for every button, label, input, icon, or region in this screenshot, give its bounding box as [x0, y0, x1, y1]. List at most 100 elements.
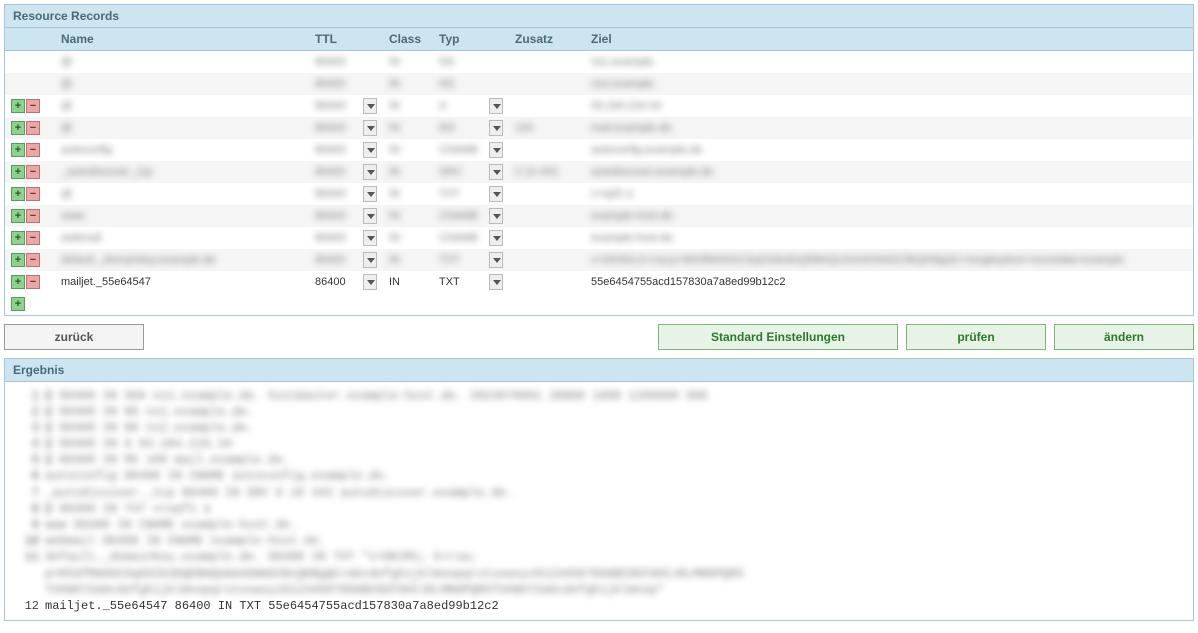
- table-row: +−@86400INA93.184.216.34: [5, 95, 1193, 117]
- ttl-dropdown-icon[interactable]: [363, 120, 377, 136]
- result-line: 3@ 86400 IN NS ns2.example.de.: [15, 420, 1183, 436]
- record-type[interactable]: SRV: [439, 166, 487, 178]
- record-ttl[interactable]: 86400: [315, 100, 361, 112]
- record-ziel[interactable]: example-host.de.: [591, 232, 675, 244]
- remove-row-button[interactable]: −: [26, 275, 40, 289]
- ttl-dropdown-icon[interactable]: [363, 230, 377, 246]
- record-name[interactable]: @: [61, 100, 72, 112]
- type-dropdown-icon[interactable]: [489, 252, 503, 268]
- add-row-button[interactable]: +: [11, 253, 25, 267]
- record-type[interactable]: TXT: [439, 254, 487, 266]
- record-ttl[interactable]: 86400: [315, 210, 361, 222]
- remove-row-button[interactable]: −: [26, 209, 40, 223]
- result-line: 5@ 86400 IN MX 100 mail.example.de.: [15, 452, 1183, 468]
- type-dropdown-icon[interactable]: [489, 164, 503, 180]
- record-name[interactable]: webmail: [61, 232, 101, 244]
- record-name[interactable]: mailjet._55e64547: [61, 276, 151, 288]
- change-button[interactable]: ändern: [1054, 324, 1194, 350]
- record-ziel[interactable]: v=DKIM1;k=rsa;p=MIGfMA0GCSqGSIb3DQEBAQUA…: [591, 254, 1124, 266]
- type-dropdown-icon[interactable]: [489, 186, 503, 202]
- add-row-button[interactable]: +: [11, 187, 25, 201]
- ttl-dropdown-icon[interactable]: [363, 208, 377, 224]
- record-ziel[interactable]: mail.example.de.: [591, 122, 674, 134]
- add-row-button[interactable]: +: [11, 165, 25, 179]
- record-ziel[interactable]: autoconfig.example.de.: [591, 144, 705, 156]
- ttl-dropdown-icon[interactable]: [363, 186, 377, 202]
- default-settings-button[interactable]: Standard Einstellungen: [658, 324, 898, 350]
- result-body: 1@ 86400 IN SOA ns1.example.de. hostmast…: [5, 382, 1193, 621]
- type-dropdown-icon[interactable]: [489, 208, 503, 224]
- record-type[interactable]: MX: [439, 122, 487, 134]
- record-zusatz[interactable]: 0 10 443: [515, 166, 558, 178]
- table-row: +−_autodiscover._tcp86400INSRV0 10 443au…: [5, 161, 1193, 183]
- add-row-button[interactable]: +: [11, 99, 25, 113]
- record-ttl: 86400: [315, 78, 377, 90]
- remove-row-button[interactable]: −: [26, 187, 40, 201]
- record-name[interactable]: autoconfig: [61, 144, 112, 156]
- add-record-button[interactable]: +: [11, 297, 25, 311]
- type-dropdown-icon[interactable]: [489, 142, 503, 158]
- record-class: IN: [389, 188, 400, 200]
- record-name[interactable]: www: [61, 210, 85, 222]
- record-name[interactable]: _autodiscover._tcp: [61, 166, 153, 178]
- result-panel: Ergebnis 1@ 86400 IN SOA ns1.example.de.…: [4, 358, 1194, 622]
- record-class: IN: [389, 144, 400, 156]
- add-row-button[interactable]: +: [11, 143, 25, 157]
- ttl-dropdown-icon[interactable]: [363, 274, 377, 290]
- record-ttl[interactable]: 86400: [315, 122, 361, 134]
- result-line: 8@ 86400 IN TXT v=spf1 a: [15, 501, 1183, 517]
- record-ziel[interactable]: v=spf1 a: [591, 188, 633, 200]
- type-dropdown-icon[interactable]: [489, 274, 503, 290]
- back-button[interactable]: zurück: [4, 324, 144, 350]
- record-name[interactable]: @: [61, 122, 72, 134]
- remove-row-button[interactable]: −: [26, 253, 40, 267]
- record-type[interactable]: CNAME: [439, 232, 487, 244]
- record-ttl[interactable]: 86400: [315, 166, 361, 178]
- remove-row-button[interactable]: −: [26, 121, 40, 135]
- col-typ: Typ: [433, 28, 509, 51]
- ttl-dropdown-icon[interactable]: [363, 142, 377, 158]
- add-row-button[interactable]: +: [11, 209, 25, 223]
- table-row: @86400INNSns1.example.: [5, 51, 1193, 73]
- type-dropdown-icon[interactable]: [489, 120, 503, 136]
- record-name[interactable]: default._domainkey.example.de: [61, 254, 216, 266]
- record-type[interactable]: CNAME: [439, 210, 487, 222]
- result-line: 4@ 86400 IN A 93.184.216.34: [15, 436, 1183, 452]
- record-ttl[interactable]: 86400: [315, 232, 361, 244]
- type-dropdown-icon[interactable]: [489, 230, 503, 246]
- record-ttl[interactable]: 86400: [315, 254, 361, 266]
- record-ttl[interactable]: 86400: [315, 188, 361, 200]
- record-name[interactable]: @: [61, 188, 72, 200]
- record-ziel[interactable]: example-host.de.: [591, 210, 675, 222]
- resource-records-panel: Resource Records Name TTL Class Typ Zusa…: [4, 4, 1194, 316]
- record-type[interactable]: TXT: [439, 276, 487, 288]
- record-ttl[interactable]: 86400: [315, 276, 361, 288]
- remove-row-button[interactable]: −: [26, 231, 40, 245]
- check-button[interactable]: prüfen: [906, 324, 1046, 350]
- col-ttl: TTL: [309, 28, 383, 51]
- record-ziel[interactable]: 93.184.216.34: [591, 100, 661, 112]
- add-row-button[interactable]: +: [11, 275, 25, 289]
- add-row-button[interactable]: +: [11, 231, 25, 245]
- ttl-dropdown-icon[interactable]: [363, 252, 377, 268]
- remove-row-button[interactable]: −: [26, 99, 40, 113]
- remove-row-button[interactable]: −: [26, 165, 40, 179]
- record-type[interactable]: CNAME: [439, 144, 487, 156]
- type-dropdown-icon[interactable]: [489, 98, 503, 114]
- result-line: 1@ 86400 IN SOA ns1.example.de. hostmast…: [15, 388, 1183, 404]
- record-ziel[interactable]: autodiscover.example.de.: [591, 166, 716, 178]
- ttl-dropdown-icon[interactable]: [363, 98, 377, 114]
- record-zusatz[interactable]: 100: [515, 122, 533, 134]
- ttl-dropdown-icon[interactable]: [363, 164, 377, 180]
- record-ziel: ns2.example.: [591, 78, 656, 90]
- add-row-button[interactable]: +: [11, 121, 25, 135]
- remove-row-button[interactable]: −: [26, 143, 40, 157]
- record-type[interactable]: TXT: [439, 188, 487, 200]
- result-line: 12mailjet._55e64547 86400 IN TXT 55e6454…: [15, 598, 1183, 614]
- record-ziel[interactable]: 55e6454755acd157830a7a8ed99b12c2: [591, 276, 786, 288]
- record-type[interactable]: A: [439, 100, 487, 112]
- records-table: Name TTL Class Typ Zusatz Ziel @86400INN…: [5, 28, 1193, 315]
- record-ttl[interactable]: 86400: [315, 144, 361, 156]
- table-row: +− @86400 IN TXT v=spf1 a: [5, 183, 1193, 205]
- col-class: Class: [383, 28, 433, 51]
